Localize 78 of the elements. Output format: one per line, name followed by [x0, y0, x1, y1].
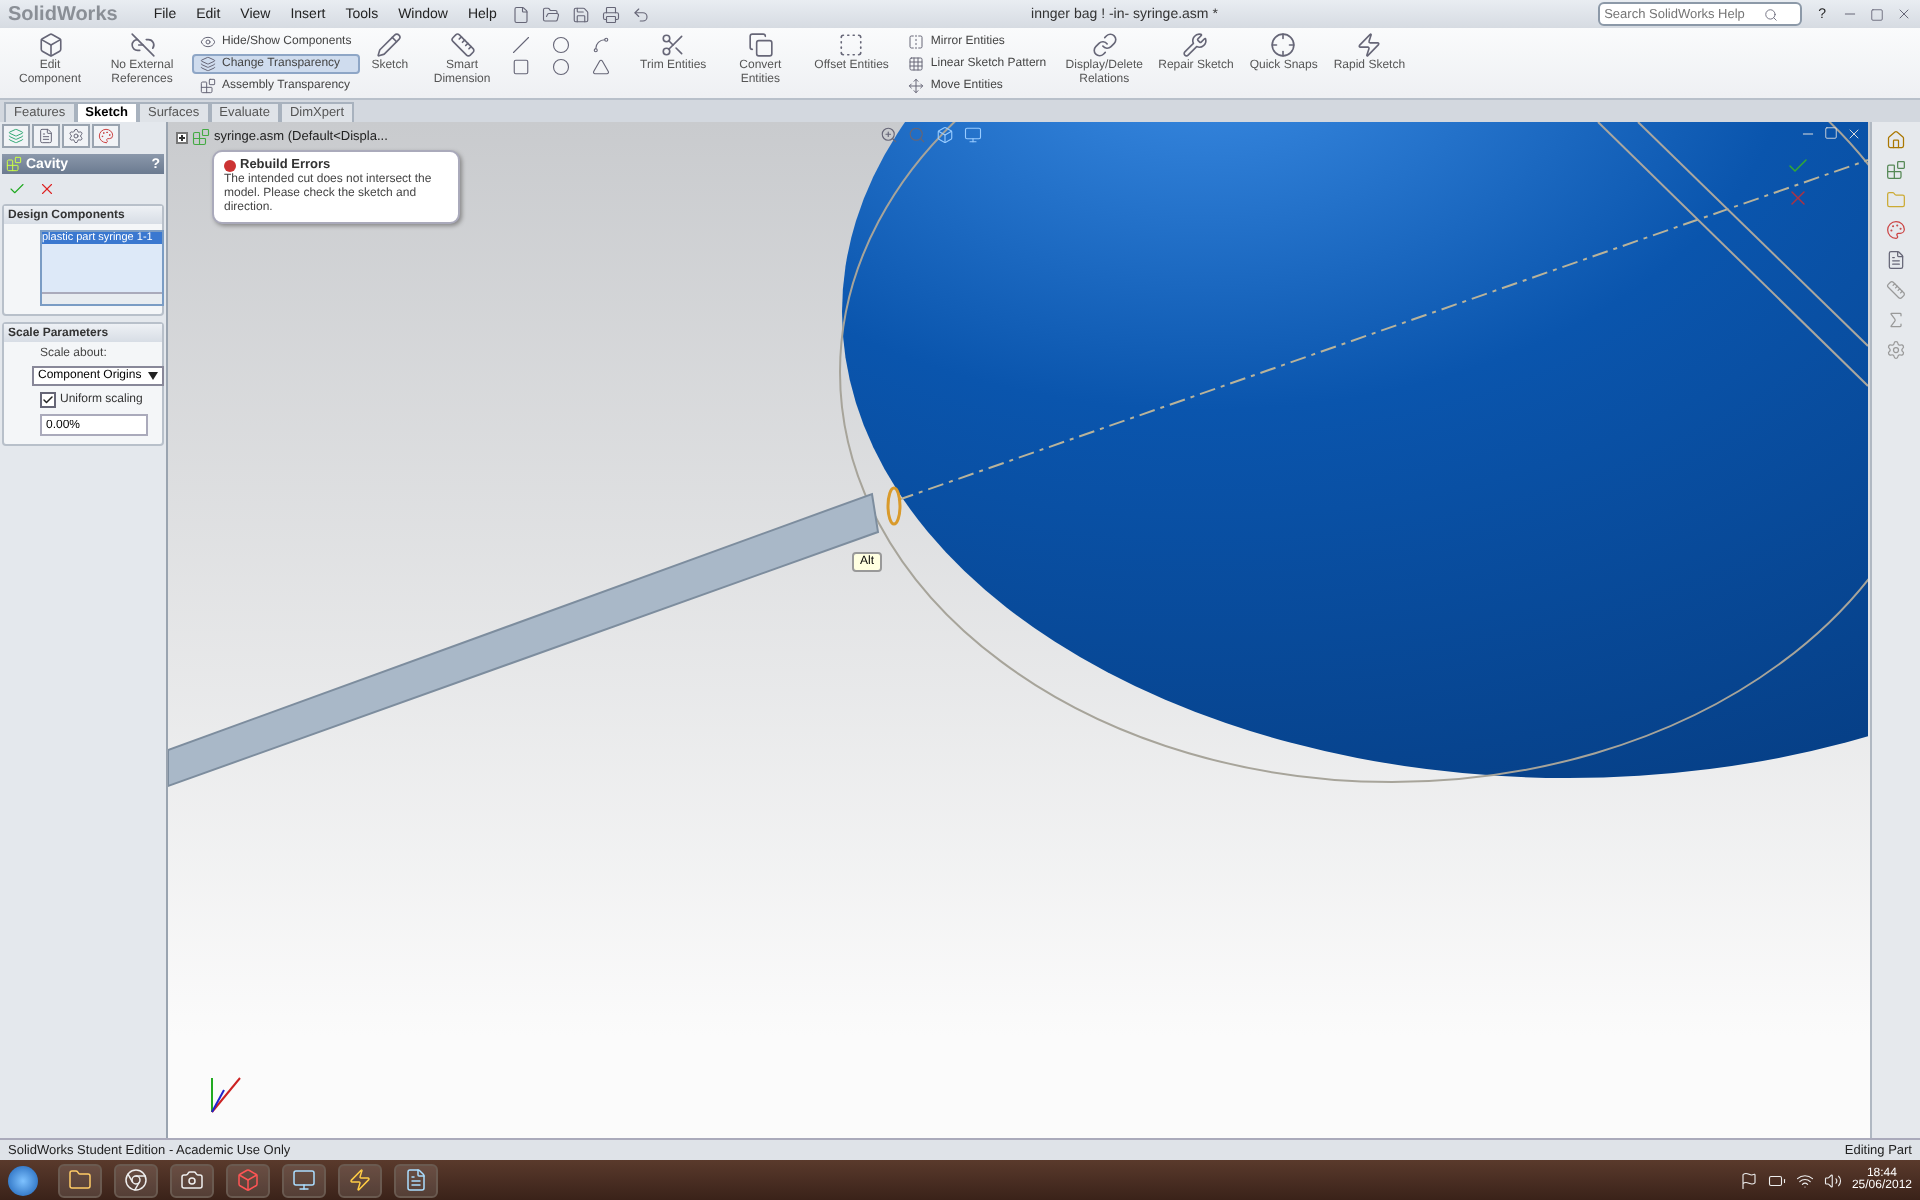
appearance-icon: [1886, 220, 1906, 240]
cancel-icon: [38, 180, 56, 198]
home-icon: [1886, 130, 1906, 150]
camera-icon: [180, 1168, 204, 1192]
print-icon: [602, 5, 621, 23]
new-file-icon: [512, 5, 531, 23]
battery-icon: [1767, 1171, 1786, 1189]
search-icon: [1764, 7, 1779, 21]
expand-icon[interactable]: [176, 131, 188, 143]
cube-icon: [236, 1168, 260, 1192]
start-button[interactable]: [8, 1165, 38, 1195]
appearance-tab[interactable]: [92, 124, 120, 148]
browser-icon: [124, 1168, 148, 1192]
taskbar-button[interactable]: [394, 1163, 438, 1197]
open-folder-icon: [542, 5, 561, 23]
eye-icon: [200, 34, 216, 50]
options-icon: [1886, 340, 1906, 360]
link-icon: [1091, 32, 1118, 58]
mirror-icon: [908, 34, 925, 50]
property-tab[interactable]: [32, 124, 60, 148]
scrollbar[interactable]: [42, 292, 162, 304]
measure-icon: [1886, 280, 1906, 300]
move-icon: [908, 78, 925, 94]
taskbar-button[interactable]: [58, 1163, 102, 1197]
layers-icon: [200, 56, 216, 72]
undo-icon: [632, 5, 651, 23]
sigma-icon: [1886, 310, 1906, 330]
view-cube-icon: [936, 126, 954, 144]
blocks-icon: [200, 78, 216, 94]
assembly-icon: [192, 128, 210, 146]
copy-icon: [747, 32, 774, 58]
save-icon: [572, 5, 591, 23]
network-icon: [1795, 1171, 1814, 1189]
taskbar-button[interactable]: [282, 1163, 326, 1197]
display-icon: [964, 126, 982, 144]
cancel-icon: [1786, 186, 1810, 210]
taskbar-button[interactable]: [338, 1163, 382, 1197]
grid-icon: [908, 56, 925, 72]
properties-icon: [1886, 250, 1906, 270]
monitor-icon: [292, 1168, 316, 1192]
library-icon: [1886, 160, 1906, 180]
dashed-square-icon: [838, 32, 865, 58]
lightning-icon: [1356, 32, 1383, 58]
close-icon: [1846, 126, 1862, 142]
config-tab[interactable]: [62, 124, 90, 148]
zoom-area-icon: [908, 126, 926, 144]
palette-icon: [98, 128, 114, 144]
pencil-icon: [376, 32, 403, 58]
confirm-icon: [1786, 154, 1810, 178]
window-icon: [404, 1168, 428, 1192]
axis-triad-icon: [211, 1077, 241, 1113]
folder-icon: [1886, 190, 1906, 210]
cube-icon: [37, 32, 63, 58]
restore-icon: [1824, 126, 1838, 140]
close-icon: [1896, 6, 1912, 22]
zoom-icon: [880, 126, 898, 144]
crosshair-icon: [1270, 32, 1297, 58]
maximize-icon: [1870, 7, 1884, 21]
scissors-icon: [660, 32, 687, 58]
document-icon: [38, 128, 54, 144]
lightning-icon: [348, 1168, 372, 1192]
wrench-icon: [1182, 32, 1209, 58]
flag-icon: [1739, 1171, 1758, 1189]
checkbox[interactable]: [40, 392, 56, 408]
ruler-icon: [449, 32, 476, 58]
caret-icon: [148, 372, 158, 380]
app-logo: SolidWorks: [8, 3, 118, 25]
folder-icon: [68, 1168, 92, 1192]
cut-profile: [886, 486, 902, 526]
volume-icon: [1823, 1171, 1842, 1189]
ok-icon: [8, 180, 26, 198]
taskbar-button[interactable]: [170, 1163, 214, 1197]
taskbar-button[interactable]: [114, 1163, 158, 1197]
gear-icon: [68, 128, 84, 144]
cavity-icon: [6, 156, 22, 172]
broken-link-icon: [129, 32, 155, 58]
error-icon: [224, 159, 236, 171]
tree-icon: [8, 128, 24, 144]
